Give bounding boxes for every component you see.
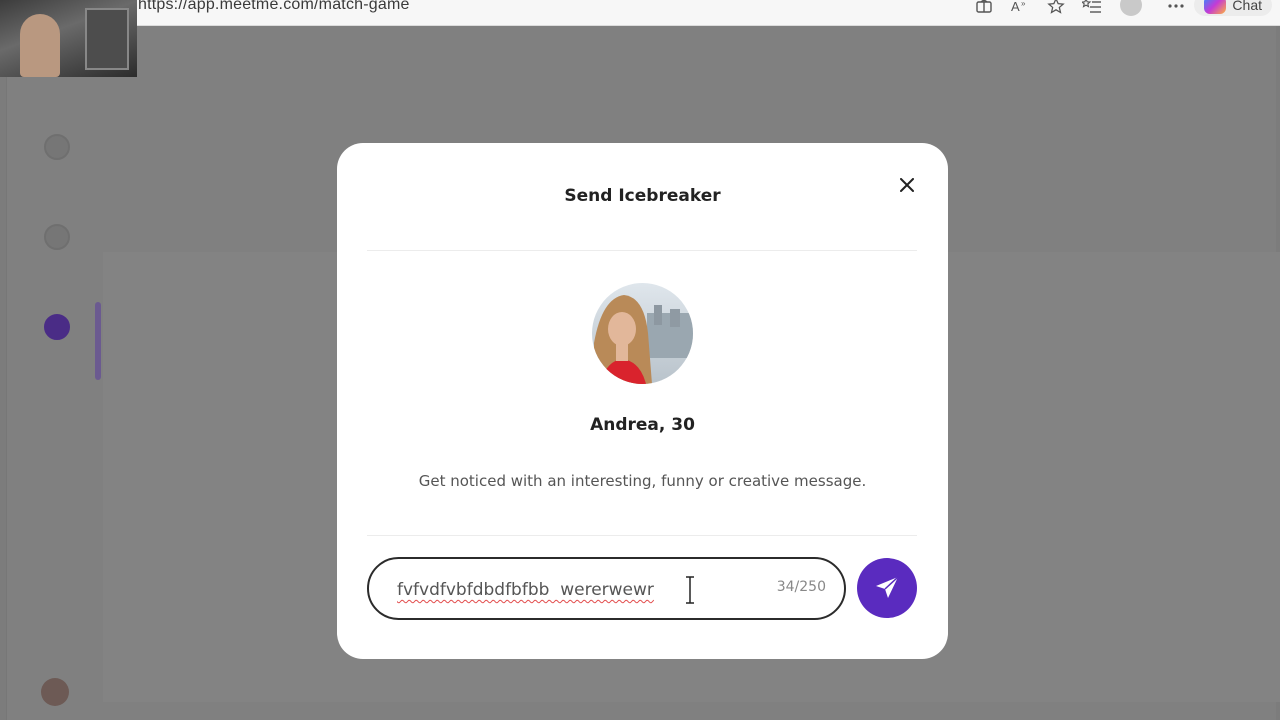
send-button[interactable] (857, 558, 917, 618)
webcam-background (85, 8, 129, 70)
modal-title: Send Icebreaker (564, 186, 721, 206)
browser-toolbar-icons: A» Chat (966, 0, 1280, 26)
header-divider (367, 250, 917, 251)
footer-divider (367, 535, 917, 536)
nav-active-indicator (95, 302, 101, 380)
more-options-icon[interactable] (1158, 0, 1194, 16)
webcam-person (20, 14, 60, 77)
character-counter: 34/250 (776, 579, 826, 595)
favorite-star-icon[interactable] (1038, 0, 1074, 16)
copilot-icon (1204, 0, 1227, 14)
read-aloud-icon[interactable]: A» (1002, 0, 1038, 16)
match-icon (44, 314, 70, 340)
address-bar-url[interactable]: https://app.meetme.com/match-game (138, 0, 410, 14)
send-icebreaker-modal: Send Icebreaker Andrea, 30 Get noticed w… (337, 143, 948, 659)
nav-item-match[interactable] (15, 314, 99, 348)
side-navigation (15, 26, 99, 720)
nav-item-browse[interactable] (15, 134, 99, 168)
user-avatar[interactable] (41, 678, 69, 706)
copilot-chat-button[interactable]: Chat (1194, 0, 1272, 16)
live-icon (44, 224, 70, 250)
nav-item-live[interactable] (15, 224, 99, 258)
message-field[interactable]: 34/250 (367, 557, 846, 620)
svg-text:A: A (1011, 0, 1020, 13)
profile-photo (592, 283, 693, 384)
copilot-chat-label: Chat (1232, 0, 1262, 13)
close-button[interactable] (895, 173, 919, 197)
svg-text:»: » (1021, 0, 1026, 8)
close-icon (900, 178, 914, 192)
browse-icon (44, 134, 70, 160)
text-cursor-icon (686, 576, 694, 604)
webcam-overlay (0, 0, 137, 77)
icebreaker-hint: Get noticed with an interesting, funny o… (418, 472, 867, 490)
favorites-list-icon[interactable] (1074, 0, 1110, 16)
browser-toolbar: https://app.meetme.com/match-game A» Cha… (0, 0, 1280, 26)
send-icon (876, 576, 899, 598)
profile-avatar-icon[interactable] (1120, 0, 1143, 16)
profile-name: Andrea, 30 (590, 415, 695, 435)
extensions-icon[interactable] (966, 0, 1002, 16)
